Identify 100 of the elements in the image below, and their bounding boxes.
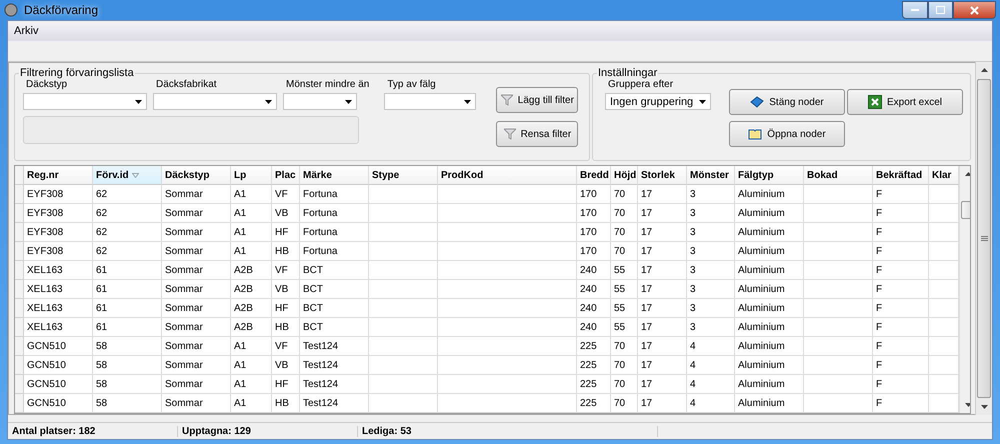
table-cell: 17 xyxy=(638,204,687,223)
table-cell xyxy=(369,318,438,337)
table-cell: 55 xyxy=(611,261,638,280)
action-button[interactable]: Öppna noder xyxy=(729,121,845,147)
dropdown-arrow-icon xyxy=(265,100,272,104)
column-header[interactable]: Storlek xyxy=(638,166,687,185)
scroll-down-icon[interactable] xyxy=(964,403,970,407)
dropdown-field[interactable] xyxy=(283,93,357,110)
table-cell xyxy=(804,185,873,204)
action-button[interactable]: Stäng noder xyxy=(729,89,845,115)
column-header[interactable]: Stype xyxy=(369,166,438,185)
table-cell: Aluminium xyxy=(735,280,804,299)
scroll-down-icon[interactable] xyxy=(980,405,988,409)
row-header[interactable] xyxy=(15,204,24,223)
column-header[interactable]: Reg.nr xyxy=(24,166,93,185)
table-cell: 61 xyxy=(93,299,162,318)
field-label: Däckstyp xyxy=(25,79,68,90)
table-cell: 61 xyxy=(93,280,162,299)
row-header[interactable] xyxy=(15,185,24,204)
table-cell xyxy=(804,280,873,299)
table-cell: Sommar xyxy=(162,375,231,394)
close-icon xyxy=(970,6,979,14)
table-cell: A1 xyxy=(231,375,272,394)
table-cell: A1 xyxy=(231,356,272,375)
table-cell: 3 xyxy=(687,223,735,242)
table-cell: A1 xyxy=(231,204,272,223)
row-header[interactable] xyxy=(15,318,24,337)
scroll-up-icon[interactable] xyxy=(980,68,988,72)
table-cell: 170 xyxy=(577,204,611,223)
column-header[interactable]: Lp xyxy=(231,166,272,185)
table-cell xyxy=(369,204,438,223)
field-label: Däcksfabrikat xyxy=(155,79,218,90)
row-header[interactable] xyxy=(15,261,24,280)
table-cell: 62 xyxy=(93,204,162,223)
column-header[interactable]: Däckstyp xyxy=(162,166,231,185)
table-cell: VB xyxy=(272,204,300,223)
row-header[interactable] xyxy=(15,299,24,318)
column-header[interactable]: Bredd xyxy=(577,166,611,185)
column-header[interactable]: Plac xyxy=(272,166,300,185)
dropdown-field[interactable]: Ingen gruppering xyxy=(605,93,711,110)
scroll-up-icon[interactable] xyxy=(964,172,970,176)
dropdown-field[interactable] xyxy=(384,93,476,110)
status-text: Antal platser: 182 xyxy=(8,426,178,436)
funnel-icon xyxy=(500,94,513,106)
column-header[interactable]: Bokad xyxy=(804,166,873,185)
close-button[interactable] xyxy=(953,1,996,19)
column-header[interactable]: Förv.id xyxy=(93,166,162,185)
table-cell: A2B xyxy=(231,299,272,318)
column-header[interactable]: Märke xyxy=(300,166,369,185)
table-cell: F xyxy=(873,394,929,413)
table-cell: Sommar xyxy=(162,356,231,375)
funnel-icon xyxy=(504,128,516,140)
row-header[interactable] xyxy=(15,223,24,242)
table-cell: 17 xyxy=(638,261,687,280)
table-cell xyxy=(804,375,873,394)
filter-button[interactable]: Lägg till filter xyxy=(496,87,578,113)
row-header[interactable] xyxy=(15,242,24,261)
dropdown-field[interactable] xyxy=(23,93,147,110)
table-cell: Sommar xyxy=(162,280,231,299)
maximize-button[interactable] xyxy=(928,1,953,19)
table-cell: Sommar xyxy=(162,318,231,337)
table-cell: 3 xyxy=(687,242,735,261)
row-header[interactable] xyxy=(15,356,24,375)
table-cell: 70 xyxy=(611,356,638,375)
column-header[interactable]: Bekräftad xyxy=(873,166,929,185)
table-cell: VF xyxy=(272,261,300,280)
column-header[interactable]: Höjd xyxy=(611,166,638,185)
column-header[interactable]: Klar xyxy=(929,166,959,185)
table-cell: F xyxy=(873,299,929,318)
dropdown-field[interactable] xyxy=(153,93,277,110)
column-header[interactable]: Fälgtyp xyxy=(735,166,804,185)
table-cell: 58 xyxy=(93,337,162,356)
table-cell: 62 xyxy=(93,223,162,242)
table-cell: A1 xyxy=(231,394,272,413)
table-cell: 17 xyxy=(638,375,687,394)
table-cell: F xyxy=(873,337,929,356)
row-header[interactable] xyxy=(15,337,24,356)
scrollbar[interactable] xyxy=(975,62,992,415)
table-cell: Aluminium xyxy=(735,204,804,223)
table-cell: 70 xyxy=(611,204,638,223)
table-cell xyxy=(369,280,438,299)
row-header[interactable] xyxy=(15,394,24,413)
action-button[interactable]: Export excel xyxy=(847,89,963,115)
table-cell xyxy=(804,394,873,413)
column-header[interactable]: Mönster xyxy=(687,166,735,185)
row-header[interactable] xyxy=(15,375,24,394)
row-header[interactable] xyxy=(15,280,24,299)
menu-item[interactable]: Arkiv xyxy=(11,25,42,37)
minimize-button[interactable] xyxy=(902,1,928,19)
table-cell: EYF308 xyxy=(24,204,93,223)
table-cell: 62 xyxy=(93,185,162,204)
table-cell: GCN510 xyxy=(24,375,93,394)
table-cell: Fortuna xyxy=(300,242,369,261)
table-cell: VB xyxy=(272,356,300,375)
table-cell: VF xyxy=(272,337,300,356)
field-label: Gruppera efter xyxy=(607,79,674,90)
filter-button[interactable]: Rensa filter xyxy=(496,121,578,147)
table-cell: 70 xyxy=(611,375,638,394)
column-header[interactable]: ProdKod xyxy=(438,166,577,185)
table-cell: Test124 xyxy=(300,337,369,356)
